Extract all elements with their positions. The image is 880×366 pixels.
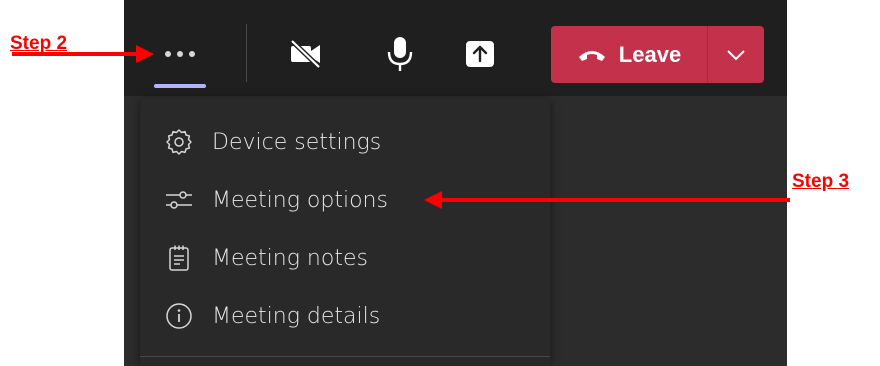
share-tray-icon <box>466 41 494 67</box>
toolbar-divider <box>246 24 247 82</box>
gear-icon <box>166 129 192 155</box>
sliders-icon <box>166 191 192 209</box>
more-actions-menu: Device settings Meeting options Meeting … <box>140 98 550 366</box>
screenshot-stage: Leave Device settings Meeting options Me… <box>0 0 880 366</box>
menu-divider <box>140 356 550 357</box>
camera-toggle-button[interactable] <box>278 26 334 82</box>
microphone-icon <box>387 37 413 71</box>
share-content-button[interactable] <box>452 26 508 82</box>
menu-item-meeting-options[interactable]: Meeting options <box>140 172 550 228</box>
leave-options-dropdown[interactable] <box>708 26 764 83</box>
step-2-annotation: Step 2 <box>10 33 68 54</box>
menu-item-label: Meeting options <box>212 187 388 213</box>
leave-button[interactable]: Leave <box>551 26 707 83</box>
menu-item-meeting-notes[interactable]: Meeting notes <box>140 230 550 286</box>
microphone-toggle-button[interactable] <box>372 26 428 82</box>
chevron-down-icon <box>727 49 745 60</box>
step-3-annotation: Step 3 <box>792 171 850 192</box>
phone-hangup-icon <box>578 50 605 61</box>
notes-icon <box>169 245 189 271</box>
teams-meeting-window: Leave Device settings Meeting options Me… <box>124 0 787 366</box>
menu-item-device-settings[interactable]: Device settings <box>140 114 550 170</box>
menu-item-label: Meeting notes <box>212 245 368 271</box>
menu-item-label: Device settings <box>212 129 382 155</box>
leave-label: Leave <box>618 41 682 67</box>
menu-item-meeting-details[interactable]: Meeting details <box>140 288 550 344</box>
video-off-icon <box>290 39 321 69</box>
active-indicator <box>154 84 206 88</box>
more-actions-button[interactable] <box>148 28 212 84</box>
more-horizontal-icon <box>165 51 195 57</box>
menu-item-label: Meeting details <box>212 303 381 329</box>
info-icon <box>166 303 192 329</box>
